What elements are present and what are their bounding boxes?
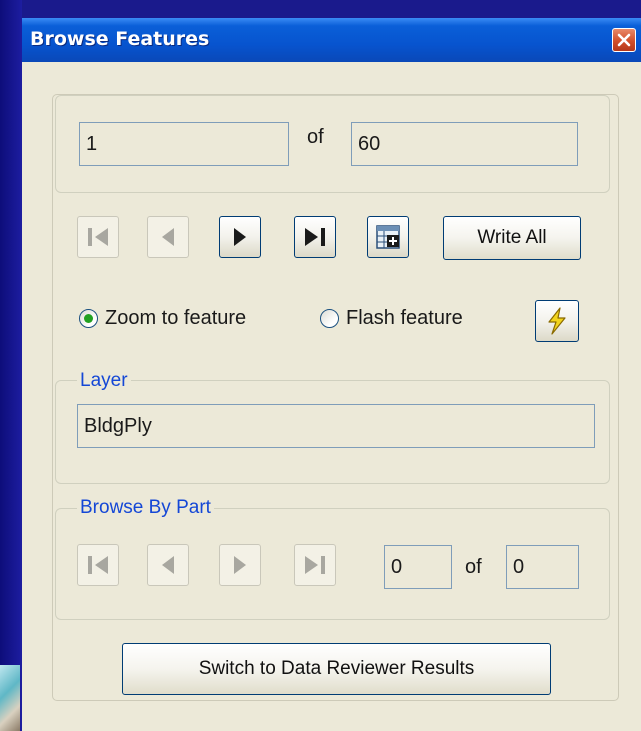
previous-record-icon [162,228,174,246]
last-record-button[interactable] [294,216,336,258]
radio-selected-dot [84,314,93,323]
flash-feature-radio[interactable] [320,309,339,328]
current-part-field[interactable]: 0 [384,545,452,589]
last-part-icon [305,556,325,574]
next-record-icon [234,228,246,246]
close-icon [617,33,631,47]
first-record-button[interactable] [77,216,119,258]
zoom-to-feature-label[interactable]: Zoom to feature [105,306,246,330]
close-button[interactable] [612,28,636,52]
flash-button[interactable] [535,300,579,342]
last-part-button[interactable] [294,544,336,586]
previous-part-icon [162,556,174,574]
write-all-button[interactable]: Write All [443,216,581,260]
total-parts-field: 0 [506,545,579,589]
total-records-field: 60 [351,122,578,166]
background-image-fragment [0,665,20,731]
current-record-field[interactable]: 1 [79,122,289,166]
layer-field: BldgPly [77,404,595,448]
next-part-icon [234,556,246,574]
browse-features-window: Browse Features 1 of 60 Write All Zoom t… [22,18,641,731]
next-part-button[interactable] [219,544,261,586]
table-add-icon [376,225,400,249]
first-record-icon [88,228,108,246]
first-part-button[interactable] [77,544,119,586]
title-bar[interactable]: Browse Features [22,18,641,62]
dialog-body: 1 of 60 Write All Zoom to feature Flash … [52,94,619,701]
switch-to-data-reviewer-results-button[interactable]: Switch to Data Reviewer Results [122,643,551,695]
zoom-to-feature-radio[interactable] [79,309,98,328]
next-record-button[interactable] [219,216,261,258]
record-of-label: of [307,126,324,148]
previous-record-button[interactable] [147,216,189,258]
desktop-background [0,0,22,731]
previous-part-button[interactable] [147,544,189,586]
part-of-label: of [465,556,482,578]
write-record-button[interactable] [367,216,409,258]
window-title: Browse Features [30,28,210,50]
lightning-icon [548,307,566,335]
browse-by-part-group-label: Browse By Part [77,497,214,519]
last-record-icon [305,228,325,246]
flash-feature-label[interactable]: Flash feature [346,306,463,330]
first-part-icon [88,556,108,574]
layer-group-label: Layer [77,370,131,392]
